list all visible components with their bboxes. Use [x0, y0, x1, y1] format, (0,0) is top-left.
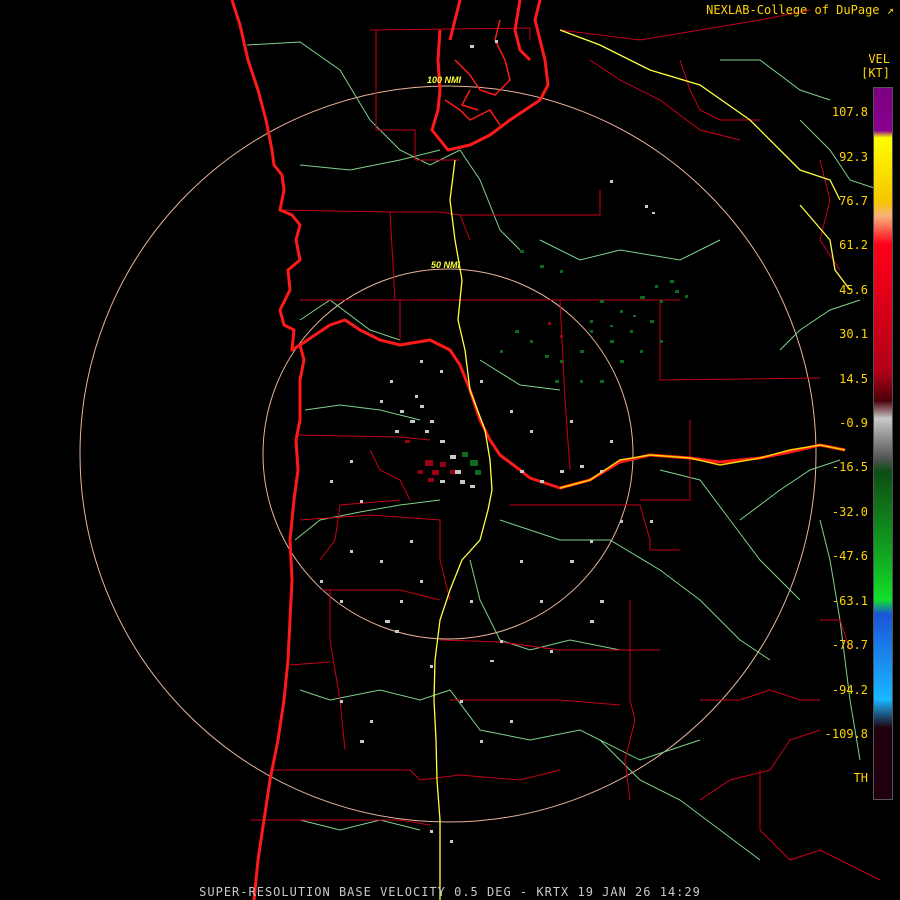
legend-unit: [KT]: [861, 66, 890, 80]
ring-label-100: 100 NMI: [427, 75, 462, 85]
legend-tick: -0.9: [839, 416, 868, 430]
credit-text: NEXLAB-College of DuPage: [706, 3, 880, 17]
legend-tick: 30.1: [839, 327, 868, 341]
product-footer: SUPER-RESOLUTION BASE VELOCITY 0.5 DEG -…: [199, 885, 701, 899]
legend-tick: -78.7: [831, 638, 868, 652]
legend-tick: -109.8: [824, 727, 868, 741]
legend-tick: -47.6: [831, 549, 868, 563]
legend-tick: 76.7: [839, 194, 868, 208]
columbia-river-highway: [559, 444, 846, 489]
legend-tick: 92.3: [839, 150, 868, 164]
velocity-color-scale: [873, 87, 893, 800]
state-boundaries: [230, 0, 846, 900]
legend-tick: -94.2: [831, 683, 868, 697]
legend-tick: 45.6: [839, 283, 868, 297]
sound-shoreline: [444, 19, 511, 126]
legend-tick: -63.1: [831, 594, 868, 608]
range-ring-50: [262, 268, 634, 640]
range-ring-100: [79, 85, 817, 823]
legend-tick: 61.2: [839, 238, 868, 252]
legend-header: VEL [KT]: [861, 52, 890, 80]
ring-label-50: 50 NMI: [431, 260, 461, 270]
interstates: [433, 29, 851, 900]
echo-green: [462, 250, 688, 475]
legend-tick: -16.5: [831, 460, 868, 474]
echo-red: [405, 322, 563, 482]
legend-tick: 14.5: [839, 372, 868, 386]
legend-tick: -32.0: [831, 505, 868, 519]
legend-tick: TH: [853, 771, 868, 785]
county-boundaries: [250, 9, 881, 881]
legend-tick: 107.8: [831, 105, 868, 119]
external-link-icon: ↗: [886, 3, 894, 17]
credit-label[interactable]: NEXLAB-College of DuPage ↗: [706, 3, 894, 17]
radar-map: 100 NMI 50 NMI: [79, 0, 881, 900]
legend-product: VEL: [868, 52, 890, 66]
